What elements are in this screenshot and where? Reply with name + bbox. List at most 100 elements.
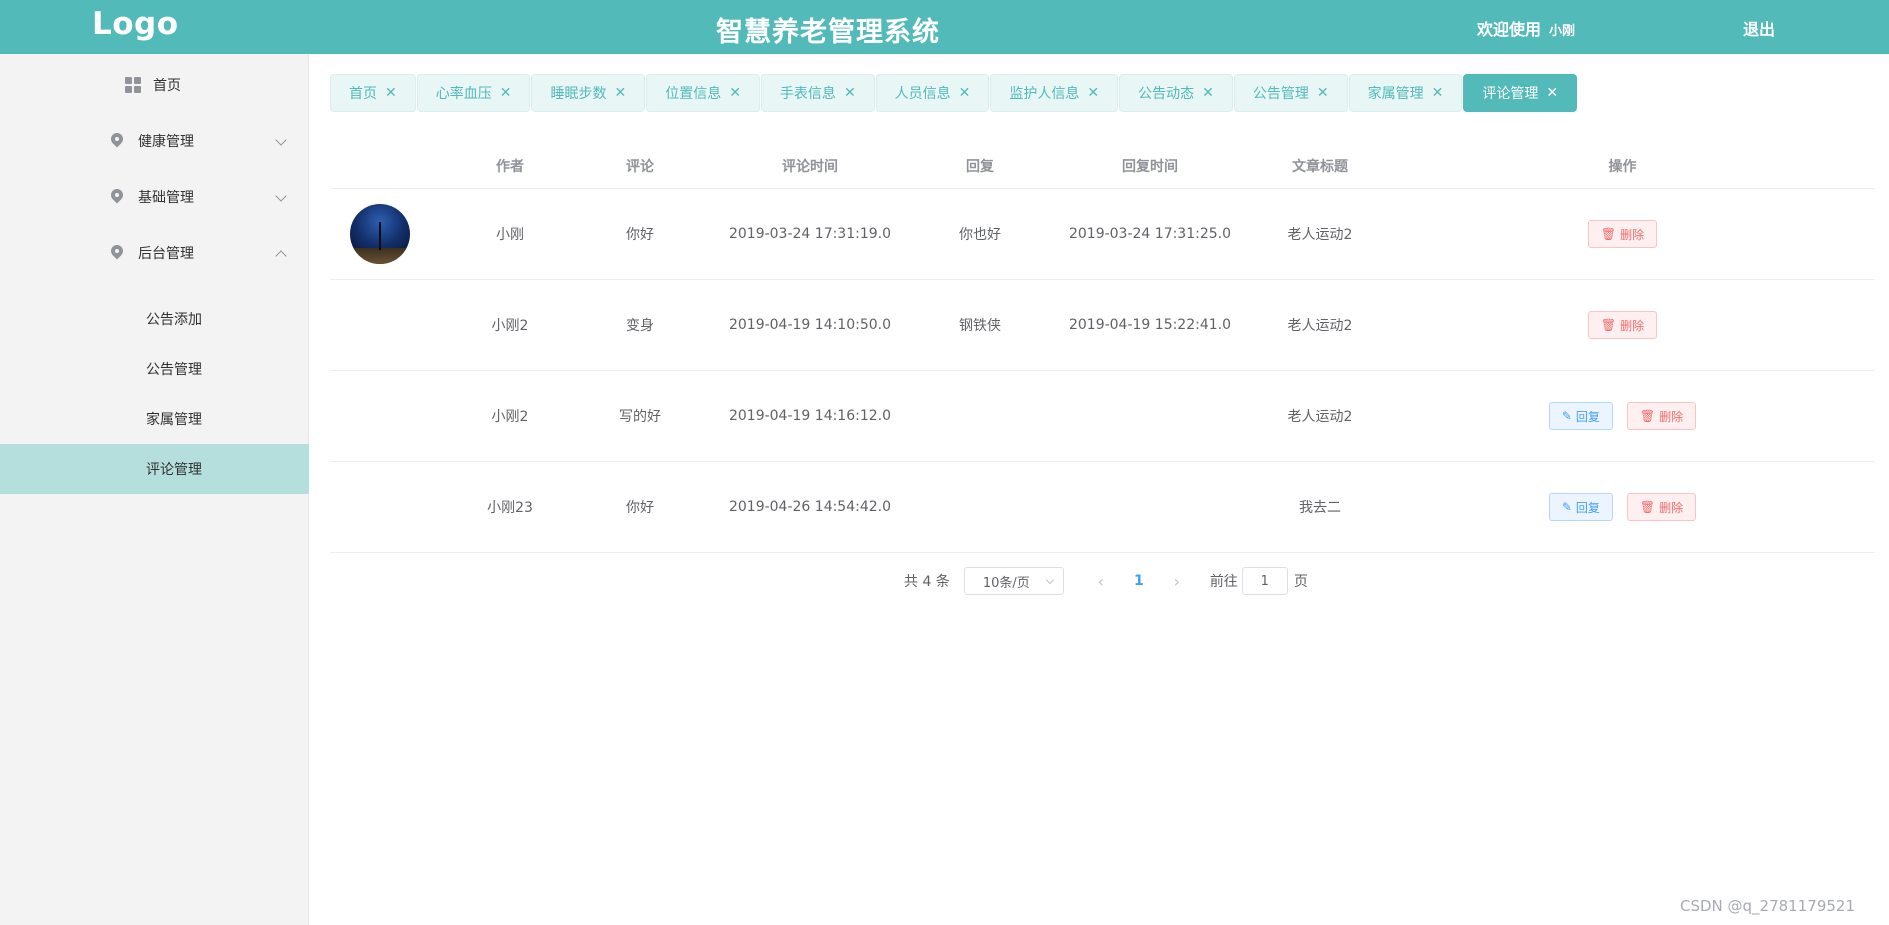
sidebar-item-label: 评论管理 [146, 462, 202, 478]
button-label: 删除 [1620, 227, 1645, 242]
table-row: 小刚23 你好 2019-04-26 14:54:42.0 我去二 ✎ 回复 🗑 删… [330, 462, 1875, 553]
reply-time-cell: 2019-04-19 15:22:41.0 [1068, 317, 1232, 333]
comment-cell: 写的好 [619, 409, 661, 425]
tab-sleep-steps[interactable]: 睡眠步数 ✕ [531, 74, 646, 112]
app-title: 智慧养老管理系统 [716, 17, 940, 48]
sidebar-item-comment-manage[interactable]: 评论管理 [0, 444, 309, 494]
chevron-up-icon [275, 250, 287, 262]
edit-icon: ✎ [1561, 409, 1572, 423]
table-row: 小刚 你好 2019-03-24 17:31:19.0 你也好 2019-03-… [330, 189, 1875, 280]
goto-page-input[interactable] [1241, 567, 1288, 595]
reply-button[interactable]: ✎ 回复 [1548, 493, 1613, 521]
close-icon[interactable]: ✕ [385, 85, 397, 101]
delete-button[interactable]: 🗑 删除 [1626, 402, 1697, 430]
close-icon[interactable]: ✕ [1546, 85, 1558, 101]
tab-label: 位置信息 [665, 86, 722, 102]
sidebar-item-label: 家属管理 [146, 412, 202, 428]
table-row: 小刚2 变身 2019-04-19 14:10:50.0 钢铁侠 2019-04… [330, 280, 1875, 371]
actions-cell: 🗑 删除 [1370, 280, 1875, 370]
sidebar-group-label: 后台管理 [138, 246, 194, 262]
page-number[interactable]: 1 [1124, 573, 1154, 589]
comment-time-cell: 2019-04-19 14:16:12.0 [728, 408, 892, 424]
tab-home[interactable]: 首页 ✕ [330, 74, 416, 112]
logout-button[interactable]: 退出 [1743, 16, 1775, 40]
chevron-right-icon[interactable]: › [1162, 572, 1192, 591]
comment-cell: 你好 [626, 500, 654, 516]
page-size-select[interactable]: 10条/页 [963, 567, 1064, 595]
actions-cell: ✎ 回复 🗑 删除 [1370, 462, 1875, 552]
close-icon[interactable]: ✕ [1432, 85, 1444, 101]
goto-suffix: 页 [1293, 574, 1308, 590]
button-label: 删除 [1659, 409, 1684, 424]
sidebar-item-notice-manage[interactable]: 公告管理 [0, 344, 309, 394]
tab-label: 评论管理 [1482, 86, 1539, 102]
sidebar-item-label: 公告管理 [146, 362, 202, 378]
column-header: 作者 [496, 159, 524, 175]
tab-guardian[interactable]: 监护人信息 ✕ [990, 74, 1119, 112]
table-row: 小刚2 写的好 2019-04-19 14:16:12.0 老人运动2 ✎ 回复 … [330, 371, 1875, 462]
sidebar-item-notice-add[interactable]: 公告添加 [0, 294, 309, 344]
column-header: 回复时间 [1122, 159, 1178, 175]
button-label: 回复 [1575, 409, 1600, 424]
tab-heart-rate[interactable]: 心率血压 ✕ [416, 74, 531, 112]
close-icon[interactable]: ✕ [1087, 85, 1099, 101]
reply-cell: 钢铁侠 [959, 318, 1001, 334]
tab-notice-manage[interactable]: 公告管理 ✕ [1233, 74, 1348, 112]
tab-label: 睡眠步数 [550, 86, 607, 102]
tab-label: 公告动态 [1138, 86, 1195, 102]
column-header: 操作 [1608, 159, 1637, 175]
username: 小刚 [1549, 24, 1576, 39]
article-title-cell: 老人运动2 [1287, 409, 1353, 425]
tab-comment-manage[interactable]: 评论管理 ✕ [1463, 74, 1578, 112]
delete-button[interactable]: 🗑 删除 [1587, 220, 1658, 248]
trash-icon: 🗑 [1639, 409, 1656, 423]
delete-button[interactable]: 🗑 删除 [1587, 311, 1658, 339]
author-cell: 小刚2 [491, 409, 529, 425]
close-icon[interactable]: ✕ [844, 85, 856, 101]
author-cell: 小刚2 [491, 318, 529, 334]
button-label: 回复 [1575, 500, 1600, 515]
close-icon[interactable]: ✕ [500, 85, 512, 101]
sidebar-item-label: 公告添加 [146, 312, 202, 328]
chevron-left-icon[interactable]: ‹ [1086, 572, 1116, 591]
close-icon[interactable]: ✕ [1202, 85, 1214, 101]
top-header: Logo 智慧养老管理系统 欢迎使用 小刚 退出 [0, 0, 1889, 54]
author-cell: 小刚23 [487, 500, 533, 516]
close-icon[interactable]: ✕ [614, 85, 626, 101]
reply-button[interactable]: ✎ 回复 [1548, 402, 1613, 430]
tab-location[interactable]: 位置信息 ✕ [646, 74, 760, 112]
edit-icon: ✎ [1561, 500, 1572, 514]
tab-people[interactable]: 人员信息 ✕ [875, 74, 990, 112]
page-tabs: 首页 ✕ 心率血压 ✕ 睡眠步数 ✕ 位置信息 ✕ 手表信息 ✕ 人员信息 ✕ 监护人信息 ✕… [330, 74, 1578, 112]
reply-time-cell [1030, 371, 1270, 461]
delete-button[interactable]: 🗑 删除 [1626, 493, 1697, 521]
sidebar-item-home[interactable]: 首页 [0, 60, 309, 110]
tab-label: 手表信息 [779, 86, 836, 102]
tab-label: 首页 [349, 86, 377, 102]
article-title-cell: 老人运动2 [1287, 318, 1353, 334]
trash-icon: 🗑 [1639, 500, 1656, 514]
comment-time-cell: 2019-04-26 14:54:42.0 [728, 499, 892, 515]
author-cell: 小刚 [496, 227, 524, 243]
sidebar-group-health[interactable]: 健康管理 [0, 116, 309, 166]
reply-time-cell [1030, 462, 1270, 552]
tab-watch[interactable]: 手表信息 ✕ [760, 74, 875, 112]
close-icon[interactable]: ✕ [1317, 85, 1329, 101]
sidebar-item-family-manage[interactable]: 家属管理 [0, 394, 309, 444]
close-icon[interactable]: ✕ [959, 85, 971, 101]
comment-cell: 你好 [626, 227, 654, 243]
button-label: 删除 [1659, 500, 1684, 515]
location-icon [110, 245, 124, 261]
tab-family-manage[interactable]: 家属管理 ✕ [1348, 74, 1463, 112]
tab-label: 监护人信息 [1009, 86, 1080, 102]
column-header: 评论时间 [782, 159, 838, 175]
sidebar-group-label: 健康管理 [138, 134, 194, 150]
actions-cell: 🗑 删除 [1370, 189, 1875, 279]
comment-cell: 变身 [626, 318, 654, 334]
sidebar-group-basic[interactable]: 基础管理 [0, 172, 309, 222]
tab-label: 人员信息 [894, 86, 951, 102]
tab-notice-feed[interactable]: 公告动态 ✕ [1119, 74, 1233, 112]
reply-time-cell: 2019-03-24 17:31:25.0 [1068, 226, 1232, 242]
sidebar-group-backend[interactable]: 后台管理 [0, 228, 309, 278]
close-icon[interactable]: ✕ [729, 85, 741, 101]
